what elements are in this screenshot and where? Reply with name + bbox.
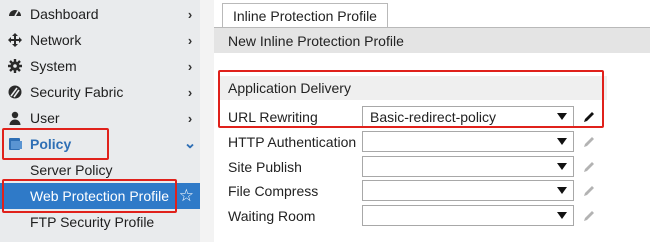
- star-icon[interactable]: ☆: [179, 186, 194, 206]
- sidebar-item-network[interactable]: Network ›: [0, 27, 200, 53]
- sidebar: Dashboard › Network › System › Security …: [0, 0, 200, 242]
- field-label-http-authentication: HTTP Authentication: [228, 134, 357, 150]
- sidebar-subitem-label: Server Policy: [30, 162, 113, 178]
- field-label-file-compress: File Compress: [228, 183, 319, 199]
- caret-down-icon: [557, 138, 567, 145]
- chevron-right-icon: ›: [187, 110, 193, 126]
- page-header: New Inline Protection Profile: [214, 28, 650, 53]
- network-icon: [0, 33, 30, 47]
- sidebar-subitem-label: FTP Security Profile: [30, 214, 155, 230]
- dashboard-icon: [0, 7, 30, 21]
- caret-down-icon: [557, 187, 567, 194]
- field-label-site-publish: Site Publish: [228, 159, 302, 175]
- chevron-right-icon: ›: [187, 32, 193, 48]
- sidebar-subitem-ftp-security-profile[interactable]: FTP Security Profile: [0, 209, 200, 235]
- http-authentication-select[interactable]: [362, 131, 574, 152]
- chevron-right-icon: ›: [187, 6, 193, 22]
- sidebar-item-system[interactable]: System ›: [0, 53, 200, 79]
- pencil-icon: [584, 186, 594, 196]
- sidebar-item-label: System: [30, 58, 77, 74]
- sidebar-item-label: Dashboard: [30, 6, 99, 22]
- sidebar-subitem-web-protection-profile[interactable]: Web Protection Profile ☆: [0, 183, 200, 209]
- field-label-waiting-room: Waiting Room: [228, 208, 316, 224]
- sidebar-item-label: User: [30, 110, 60, 126]
- sidebar-subitem-label: Web Protection Profile: [30, 188, 170, 204]
- pencil-icon: [584, 162, 594, 172]
- security-fabric-icon: [0, 85, 30, 99]
- caret-down-icon: [557, 212, 567, 219]
- panel-gutter: [200, 0, 214, 242]
- sidebar-item-label: Policy: [30, 136, 72, 152]
- sidebar-item-policy[interactable]: Policy ⌄: [0, 131, 200, 157]
- caret-down-icon: [557, 113, 567, 120]
- tab-inline-protection-profile[interactable]: Inline Protection Profile: [222, 3, 388, 27]
- caret-down-icon: [557, 163, 567, 170]
- pencil-icon: [584, 211, 594, 221]
- sidebar-item-dashboard[interactable]: Dashboard ›: [0, 1, 200, 27]
- chevron-right-icon: ›: [187, 84, 193, 100]
- section-title: Application Delivery: [228, 80, 351, 96]
- page-title: New Inline Protection Profile: [228, 32, 404, 49]
- pencil-icon[interactable]: [582, 110, 596, 124]
- main-panel: Inline Protection Profile New Inline Pro…: [200, 0, 650, 242]
- field-label-url-rewriting: URL Rewriting: [228, 109, 318, 125]
- chevron-right-icon: ›: [187, 58, 193, 74]
- waiting-room-select[interactable]: [362, 205, 574, 226]
- gear-icon: [0, 59, 30, 73]
- sidebar-item-label: Security Fabric: [30, 84, 124, 100]
- sidebar-item-user[interactable]: User ›: [0, 105, 200, 131]
- policy-icon: [0, 137, 30, 151]
- select-value: Basic-redirect-policy: [370, 108, 497, 125]
- site-publish-select[interactable]: [362, 156, 574, 177]
- user-icon: [0, 111, 30, 125]
- sidebar-item-security-fabric[interactable]: Security Fabric ›: [0, 79, 200, 105]
- chevron-down-icon: ⌄: [183, 135, 197, 152]
- sidebar-subitem-server-policy[interactable]: Server Policy: [0, 157, 200, 183]
- file-compress-select[interactable]: [362, 180, 574, 201]
- url-rewriting-select[interactable]: Basic-redirect-policy: [362, 106, 574, 127]
- pencil-icon: [584, 137, 594, 147]
- sidebar-item-label: Network: [30, 32, 82, 48]
